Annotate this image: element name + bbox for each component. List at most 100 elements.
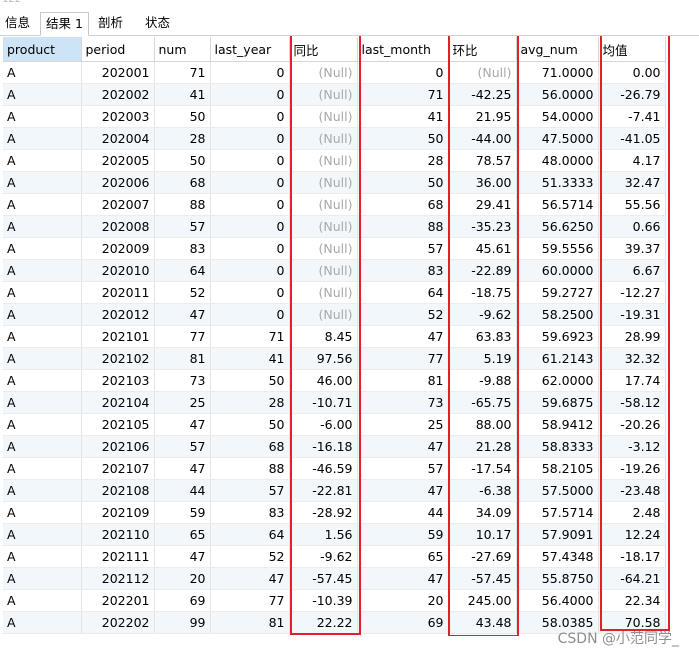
table-cell[interactable]: A: [3, 325, 82, 348]
table-cell[interactable]: 202012: [81, 303, 155, 326]
table-cell[interactable]: 202005: [81, 149, 155, 172]
table-cell[interactable]: -23.48: [598, 479, 666, 502]
table-cell[interactable]: 0: [210, 237, 290, 260]
table-cell[interactable]: 47: [210, 567, 290, 590]
table-cell[interactable]: (Null): [448, 61, 517, 84]
tab-info[interactable]: 信息: [0, 12, 35, 34]
table-row[interactable]: A 202101 77 71 8.45 47 63.83 59.6923 28.99: [3, 325, 666, 348]
table-cell[interactable]: 73: [154, 369, 211, 392]
table-cell[interactable]: 73: [357, 391, 449, 414]
table-cell[interactable]: 81: [210, 611, 290, 634]
table-cell[interactable]: 0: [210, 259, 290, 282]
table-cell[interactable]: 41: [154, 83, 211, 106]
table-cell[interactable]: 48.0000: [516, 149, 599, 172]
table-cell[interactable]: 41: [357, 105, 449, 128]
table-cell[interactable]: -6.38: [448, 479, 517, 502]
table-row[interactable]: A 202107 47 88 -46.59 57 -17.54 58.2105 -19.26: [3, 457, 666, 480]
table-cell[interactable]: 68: [357, 193, 449, 216]
table-cell[interactable]: -41.05: [598, 127, 666, 150]
column-header-0[interactable]: product: [3, 37, 82, 62]
table-cell[interactable]: -12.27: [598, 281, 666, 304]
table-cell[interactable]: 47: [357, 567, 449, 590]
table-row[interactable]: A 202011 52 0 (Null) 64 -18.75 59.2727 -12.27: [3, 281, 666, 304]
table-row[interactable]: A 202104 25 28 -10.71 73 -65.75 59.6875 -58.12: [3, 391, 666, 414]
table-cell[interactable]: 17.74: [598, 369, 666, 392]
column-header-4[interactable]: 同比: [289, 37, 358, 62]
table-cell[interactable]: 34.09: [448, 501, 517, 524]
table-cell[interactable]: A: [3, 237, 82, 260]
table-cell[interactable]: 202010: [81, 259, 155, 282]
table-cell[interactable]: 47.5000: [516, 127, 599, 150]
table-cell[interactable]: (Null): [289, 149, 358, 172]
table-row[interactable]: A 202112 20 47 -57.45 47 -57.45 55.8750 -64.21: [3, 567, 666, 590]
table-cell[interactable]: 43.48: [448, 611, 517, 634]
table-cell[interactable]: 202001: [81, 61, 155, 84]
table-cell[interactable]: 56.0000: [516, 83, 599, 106]
table-cell[interactable]: 62.0000: [516, 369, 599, 392]
table-cell[interactable]: 202106: [81, 435, 155, 458]
table-cell[interactable]: 59.6923: [516, 325, 599, 348]
tab-result-1[interactable]: 结果 1: [40, 12, 89, 36]
table-cell[interactable]: 69: [154, 589, 211, 612]
table-cell[interactable]: A: [3, 149, 82, 172]
table-cell[interactable]: 0: [210, 149, 290, 172]
table-cell[interactable]: 47: [357, 479, 449, 502]
table-cell[interactable]: A: [3, 523, 82, 546]
table-cell[interactable]: 44: [154, 479, 211, 502]
table-cell[interactable]: (Null): [289, 127, 358, 150]
table-cell[interactable]: A: [3, 105, 82, 128]
table-row[interactable]: A 202201 69 77 -10.39 20 245.00 56.4000 22.34: [3, 589, 666, 612]
table-cell[interactable]: 50: [154, 105, 211, 128]
table-cell[interactable]: 77: [210, 589, 290, 612]
table-cell[interactable]: A: [3, 413, 82, 436]
table-cell[interactable]: (Null): [289, 171, 358, 194]
table-cell[interactable]: 25: [357, 413, 449, 436]
table-cell[interactable]: 83: [210, 501, 290, 524]
table-cell[interactable]: 57: [210, 479, 290, 502]
table-cell[interactable]: 63.83: [448, 325, 517, 348]
table-cell[interactable]: 88.00: [448, 413, 517, 436]
table-cell[interactable]: 202006: [81, 171, 155, 194]
table-cell[interactable]: 202004: [81, 127, 155, 150]
table-cell[interactable]: 56.5714: [516, 193, 599, 216]
table-cell[interactable]: 71: [154, 61, 211, 84]
table-cell[interactable]: 21.95: [448, 105, 517, 128]
table-cell[interactable]: A: [3, 259, 82, 282]
table-row[interactable]: A 202001 71 0 (Null) 0 (Null) 71.0000 0.00: [3, 61, 666, 84]
table-cell[interactable]: -26.79: [598, 83, 666, 106]
table-cell[interactable]: -18.75: [448, 281, 517, 304]
table-cell[interactable]: -9.62: [448, 303, 517, 326]
table-cell[interactable]: -58.12: [598, 391, 666, 414]
table-cell[interactable]: 0: [210, 83, 290, 106]
table-cell[interactable]: 20: [154, 567, 211, 590]
table-cell[interactable]: 32.47: [598, 171, 666, 194]
table-row[interactable]: A 202007 88 0 (Null) 68 29.41 56.5714 55.56: [3, 193, 666, 216]
table-cell[interactable]: A: [3, 611, 82, 634]
table-cell[interactable]: 57.9091: [516, 523, 599, 546]
table-cell[interactable]: -22.89: [448, 259, 517, 282]
table-cell[interactable]: 0: [210, 215, 290, 238]
table-cell[interactable]: 57: [357, 237, 449, 260]
table-cell[interactable]: 61.2143: [516, 347, 599, 370]
table-cell[interactable]: 56.6250: [516, 215, 599, 238]
table-cell[interactable]: 59.2727: [516, 281, 599, 304]
table-cell[interactable]: -9.62: [289, 545, 358, 568]
table-cell[interactable]: 57: [357, 457, 449, 480]
table-cell[interactable]: 28: [210, 391, 290, 414]
table-cell[interactable]: 52: [357, 303, 449, 326]
table-cell[interactable]: -57.45: [448, 567, 517, 590]
table-cell[interactable]: 28: [357, 149, 449, 172]
table-cell[interactable]: -57.45: [289, 567, 358, 590]
table-cell[interactable]: 54.0000: [516, 105, 599, 128]
table-cell[interactable]: -19.26: [598, 457, 666, 480]
table-cell[interactable]: -65.75: [448, 391, 517, 414]
table-cell[interactable]: 99: [154, 611, 211, 634]
table-cell[interactable]: 5.19: [448, 347, 517, 370]
table-cell[interactable]: 57: [154, 435, 211, 458]
column-header-3[interactable]: last_year: [210, 37, 290, 62]
table-cell[interactable]: A: [3, 281, 82, 304]
table-cell[interactable]: 57.5714: [516, 501, 599, 524]
table-cell[interactable]: 88: [154, 193, 211, 216]
table-cell[interactable]: 71: [357, 83, 449, 106]
table-row[interactable]: A 202003 50 0 (Null) 41 21.95 54.0000 -7.41: [3, 105, 666, 128]
